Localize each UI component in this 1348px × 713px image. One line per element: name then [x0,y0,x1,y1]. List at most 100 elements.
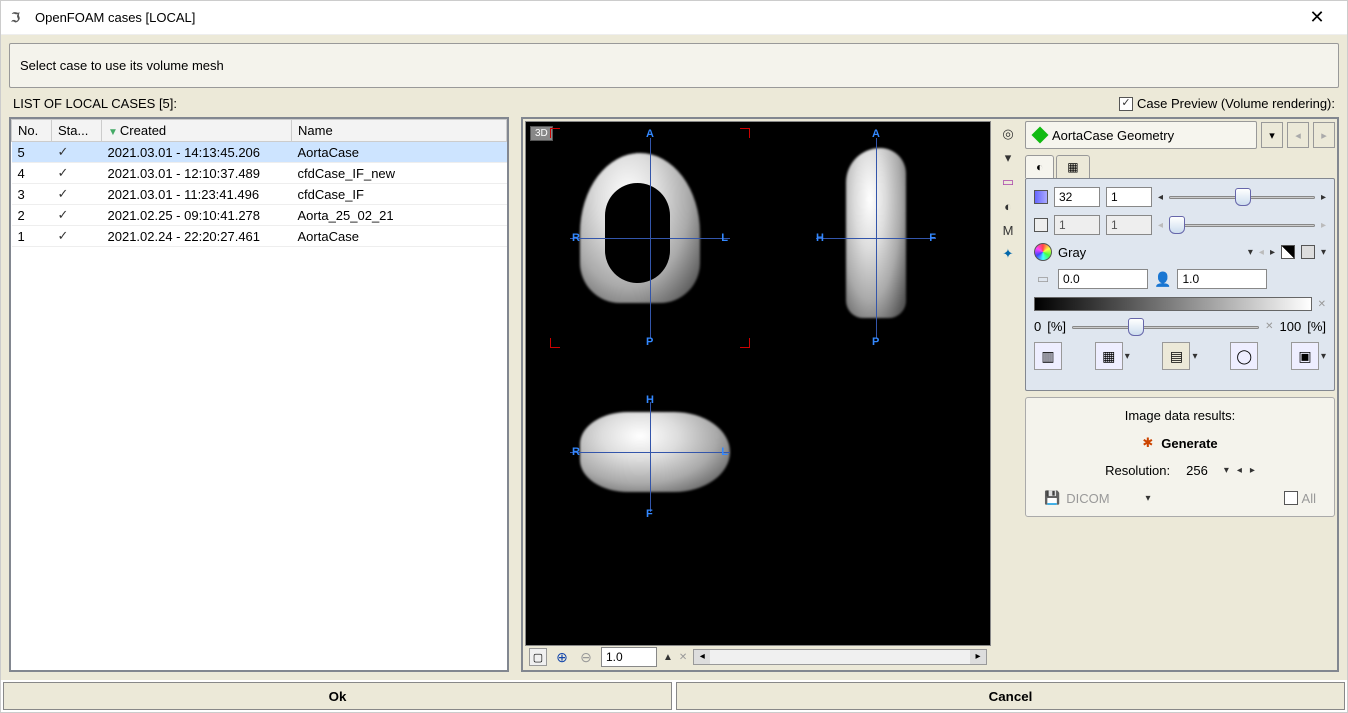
range2-slider [1169,218,1315,232]
mode-btn-3-menu[interactable]: ▾ [1192,351,1197,362]
range1-right[interactable]: ▸ [1321,192,1326,203]
geom-prev-button[interactable]: ◂ [1287,122,1309,148]
close-button[interactable]: ✕ [1297,7,1337,28]
nav-scrollbar[interactable]: ◂ ▸ [693,649,987,665]
main-area: No. Sta... ▼Created Name 5✓2021.03.01 - … [9,117,1339,672]
opacity-b-input[interactable] [1177,269,1267,289]
table-row[interactable]: 1✓2021.02.24 - 22:20:27.461AortaCase [12,226,507,247]
results-box: Image data results: ✱ Generate Resolutio… [1025,397,1335,517]
dicom-button: 💾 DICOM ▾ [1044,490,1151,506]
cell-name: AortaCase [292,226,507,247]
crop-corner [740,128,750,138]
viewport-3d[interactable]: 3D A [525,121,991,646]
head-icon: 👤 [1154,271,1171,288]
zoom-in-icon[interactable]: ⊕ [553,648,571,666]
cell-created: 2021.03.01 - 11:23:41.496 [102,184,292,205]
range2-icon [1034,218,1048,232]
cell-no: 2 [12,205,52,226]
range2-left: ◂ [1158,220,1163,231]
case-preview-toggle[interactable]: ✓ Case Preview (Volume rendering): [1119,96,1335,111]
range2-a-input [1054,215,1100,235]
mode-btn-4[interactable]: ◯ [1230,342,1258,370]
tool-target-icon[interactable]: ✦ [999,245,1017,263]
tool-dropdown-icon[interactable]: ▾ [999,149,1017,167]
mode-btn-1[interactable]: ▥ [1034,342,1062,370]
gradient-reset[interactable]: ✕ [1318,299,1326,310]
pct-left-val: 0 [1034,319,1041,334]
app-icon: ℑ [11,10,27,26]
zoom-input[interactable] [601,647,657,667]
results-title: Image data results: [1038,408,1322,423]
dicom-menu: ▾ [1146,493,1151,504]
resolution-menu[interactable]: ▾ [1224,465,1229,476]
ok-button[interactable]: Ok [3,682,672,710]
mode-btn-2[interactable]: ▦ [1095,342,1123,370]
swap-icon[interactable] [1301,245,1315,259]
checkbox-icon: ✓ [1119,97,1133,111]
tab-contrast[interactable]: ◐ [1025,155,1054,178]
mode-btn-3[interactable]: ▤ [1162,342,1190,370]
colormap-next[interactable]: ▸ [1270,247,1275,258]
cell-created: 2021.02.24 - 22:20:27.461 [102,226,292,247]
crop-corner [550,128,560,138]
crop-corner [740,338,750,348]
tool-m-icon[interactable]: M [999,221,1017,239]
invert-icon[interactable] [1281,245,1295,259]
colormap-label: Gray [1058,245,1242,260]
colormap-menu[interactable]: ▾ [1248,247,1253,258]
table-row[interactable]: 3✓2021.03.01 - 11:23:41.496cfdCase_IF [12,184,507,205]
table-row[interactable]: 5✓2021.03.01 - 14:13:45.206AortaCase [12,142,507,163]
col-name[interactable]: Name [292,120,507,142]
col-no[interactable]: No. [12,120,52,142]
reset-icon[interactable]: ✕ [679,652,687,663]
colormap-prev[interactable]: ◂ [1259,247,1264,258]
resolution-up[interactable]: ▸ [1250,465,1255,476]
range1-b-input[interactable] [1106,187,1152,207]
crosshair-v [650,138,651,338]
table-row[interactable]: 4✓2021.03.01 - 12:10:37.489cfdCase_IF_ne… [12,163,507,184]
geom-menu-button[interactable]: ▾ [1261,122,1283,148]
range1-slider[interactable] [1169,190,1315,204]
resolution-down[interactable]: ◂ [1237,465,1242,476]
axial-view: H F R L [550,392,750,522]
mode-btn-2-menu[interactable]: ▾ [1125,351,1130,362]
spark-icon: ✱ [1142,435,1153,451]
all-checkbox: ✓ All [1284,491,1316,506]
geometry-selector[interactable]: AortaCase Geometry [1025,121,1257,149]
range1-a-input[interactable] [1054,187,1100,207]
tab-grid[interactable]: ▦ [1056,155,1089,178]
opacity-a-input[interactable] [1058,269,1148,289]
col-created[interactable]: ▼Created [102,120,292,142]
zoom-out-icon[interactable]: ⊖ [577,648,595,666]
col-status[interactable]: Sta... [52,120,102,142]
tool-contrast-icon[interactable]: ◐ [999,197,1017,215]
range1-left[interactable]: ◂ [1158,192,1163,203]
axis-label-h: H [816,232,824,244]
zoom-step-icon[interactable]: ▲ [663,652,673,663]
geometry-label: AortaCase Geometry [1052,128,1174,143]
axis-label-p: P [872,336,879,348]
tool-box-icon[interactable]: ▭ [999,173,1017,191]
tool-cylinder-icon[interactable]: ◎ [999,125,1017,143]
generate-button[interactable]: ✱ Generate [1038,435,1322,451]
table-row[interactable]: 2✓2021.02.25 - 09:10:41.278Aorta_25_02_2… [12,205,507,226]
mode-btn-5-menu[interactable]: ▾ [1321,351,1326,362]
pct-slider[interactable] [1072,320,1259,334]
scroll-right-icon[interactable]: ▸ [970,650,986,664]
preview-body: 3D A [525,121,1335,668]
axis-label-a: A [646,128,654,140]
fit-button[interactable]: ▢ [529,648,547,666]
pct-reset[interactable]: ✕ [1265,321,1273,332]
scroll-left-icon[interactable]: ◂ [694,650,710,664]
cell-created: 2021.03.01 - 14:13:45.206 [102,142,292,163]
cell-status: ✓ [52,226,102,247]
cell-no: 1 [12,226,52,247]
content: Select case to use its volume mesh LIST … [1,35,1347,680]
mode-btn-5[interactable]: ▣ [1291,342,1319,370]
colormap-options[interactable]: ▾ [1321,247,1326,258]
axis-label-f: F [646,508,653,520]
resolution-label: Resolution: [1105,463,1170,478]
geom-next-button[interactable]: ▸ [1313,122,1335,148]
gradient-bar[interactable] [1034,297,1312,311]
cancel-button[interactable]: Cancel [676,682,1345,710]
